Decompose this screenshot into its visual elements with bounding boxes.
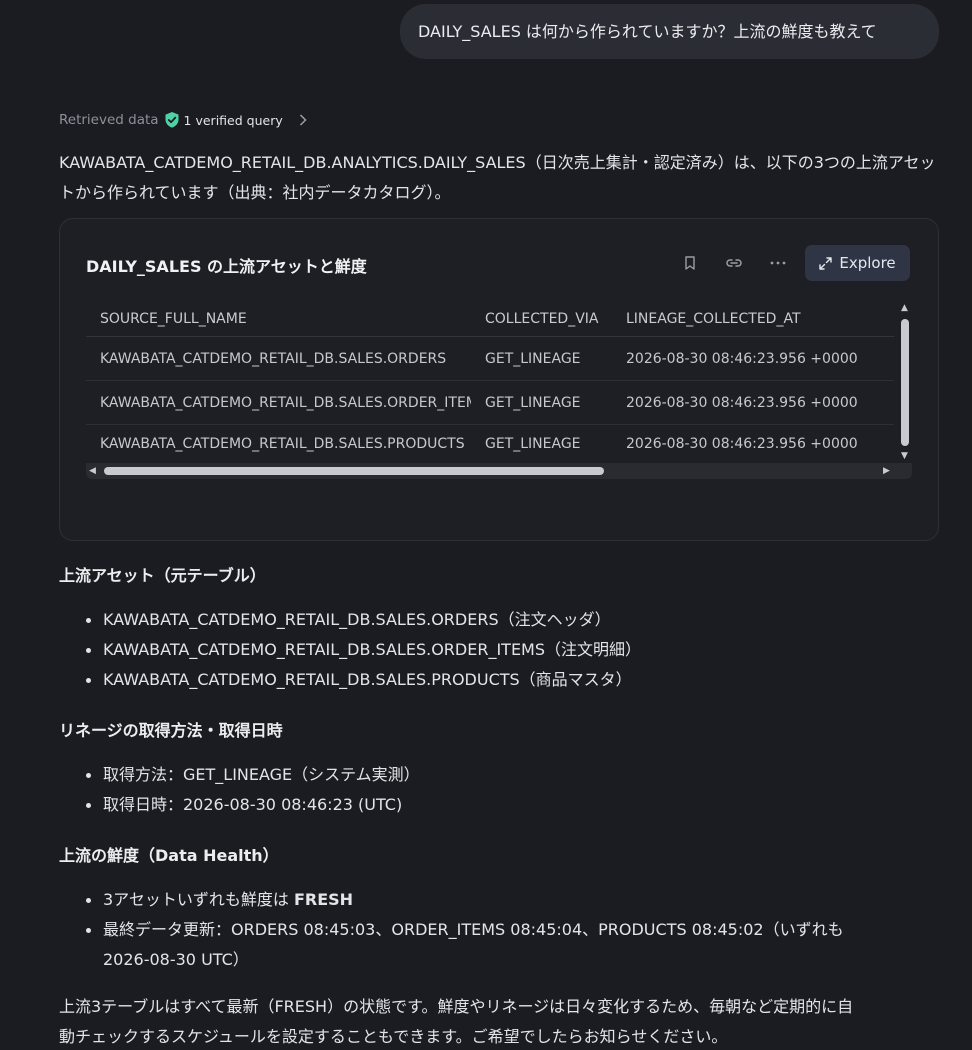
table-cell: KAWABATA_CATDEMO_RETAIL_DB.SALES.ORDER_I…: [100, 395, 471, 411]
result-card: DAILY_SALES の上流アセットと鮮度 Explore SOURCE_FU…: [59, 218, 939, 541]
verified-query-count: 1 verified query: [183, 112, 283, 128]
section-heading-upstream: 上流アセット（元テーブル）: [59, 566, 266, 585]
horizontal-scrollbar[interactable]: ◀ ▶: [86, 463, 912, 479]
closing-paragraph: 上流3テーブルはすべて最新（FRESH）の状態です。鮮度やリネージは日々変化する…: [59, 997, 854, 1046]
link-icon[interactable]: [717, 245, 751, 281]
vertical-scrollbar[interactable]: ▲ ▼: [898, 301, 912, 463]
chevron-right-icon: [299, 114, 307, 126]
table-cell: 2026-08-30 08:46:23.956 +0000: [626, 395, 858, 411]
more-options-icon[interactable]: [761, 245, 795, 281]
list-item: 3アセットいずれも鮮度は FRESH: [86, 885, 844, 915]
table-cell: KAWABATA_CATDEMO_RETAIL_DB.SALES.ORDERS: [100, 351, 447, 367]
fresh-status: FRESH: [293, 890, 354, 909]
retrieved-data-toggle[interactable]: Retrieved data 1 verified query: [59, 112, 307, 128]
scroll-down-arrow-icon[interactable]: ▼: [901, 451, 908, 461]
table-row: KAWABATA_CATDEMO_RETAIL_DB.SALES.PRODUCT…: [86, 425, 894, 463]
column-header[interactable]: SOURCE_FULL_NAME: [86, 301, 471, 336]
lineage-table: SOURCE_FULL_NAME COLLECTED_VIA LINEAGE_C…: [86, 301, 912, 479]
vertical-scroll-thumb[interactable]: [901, 319, 909, 446]
explore-label: Explore: [839, 254, 896, 272]
scroll-left-arrow-icon[interactable]: ◀: [89, 466, 96, 476]
scroll-up-arrow-icon[interactable]: ▲: [901, 303, 908, 313]
freshness-list: 3アセットいずれも鮮度は FRESH 最終データ更新：ORDERS 08:45:…: [86, 885, 844, 975]
horizontal-scroll-thumb[interactable]: [104, 467, 604, 475]
upstream-list: KAWABATA_CATDEMO_RETAIL_DB.SALES.ORDERS（…: [86, 605, 641, 695]
table-cell: 2026-08-30 08:46:23.956 +0000: [626, 351, 858, 367]
table-row: KAWABATA_CATDEMO_RETAIL_DB.SALES.ORDER_I…: [86, 381, 894, 425]
list-item: KAWABATA_CATDEMO_RETAIL_DB.SALES.PRODUCT…: [86, 665, 641, 695]
section-heading-lineage: リネージの取得方法・取得日時: [59, 721, 283, 740]
bookmark-icon[interactable]: [673, 245, 707, 281]
column-header[interactable]: COLLECTED_VIA: [471, 301, 611, 336]
table-cell: KAWABATA_CATDEMO_RETAIL_DB.SALES.PRODUCT…: [100, 436, 465, 452]
list-item: KAWABATA_CATDEMO_RETAIL_DB.SALES.ORDER_I…: [86, 635, 641, 665]
card-title: DAILY_SALES の上流アセットと鮮度: [86, 257, 367, 276]
section-heading-freshness: 上流の鮮度（Data Health）: [59, 846, 279, 865]
table-row: KAWABATA_CATDEMO_RETAIL_DB.SALES.ORDERS …: [86, 337, 894, 381]
retrieved-data-label: Retrieved data: [59, 112, 159, 128]
list-item: 取得日時：2026-08-30 08:46:23 (UTC): [86, 790, 420, 820]
column-header[interactable]: LINEAGE_COLLECTED_AT: [611, 301, 894, 336]
table-header: SOURCE_FULL_NAME COLLECTED_VIA LINEAGE_C…: [86, 301, 894, 337]
explore-button[interactable]: Explore: [805, 245, 910, 281]
list-item: 取得方法：GET_LINEAGE（システム実測）: [86, 760, 420, 790]
verified-shield-icon: [165, 112, 179, 128]
table-cell: GET_LINEAGE: [485, 395, 581, 411]
scroll-right-arrow-icon[interactable]: ▶: [883, 466, 890, 476]
table-cell: 2026-08-30 08:46:23.956 +0000: [626, 436, 858, 452]
intro-paragraph: KAWABATA_CATDEMO_RETAIL_DB.ANALYTICS.DAI…: [59, 153, 936, 202]
list-item: 最終データ更新：ORDERS 08:45:03、ORDER_ITEMS 08:4…: [86, 915, 844, 975]
list-item: KAWABATA_CATDEMO_RETAIL_DB.SALES.ORDERS（…: [86, 605, 641, 635]
expand-icon: [819, 256, 833, 270]
table-cell: GET_LINEAGE: [485, 436, 581, 452]
user-message-bubble: DAILY_SALES は何から作られていますか？上流の鮮度も教えて: [400, 4, 939, 59]
table-cell: GET_LINEAGE: [485, 351, 581, 367]
lineage-list: 取得方法：GET_LINEAGE（システム実測） 取得日時：2026-08-30…: [86, 760, 420, 820]
